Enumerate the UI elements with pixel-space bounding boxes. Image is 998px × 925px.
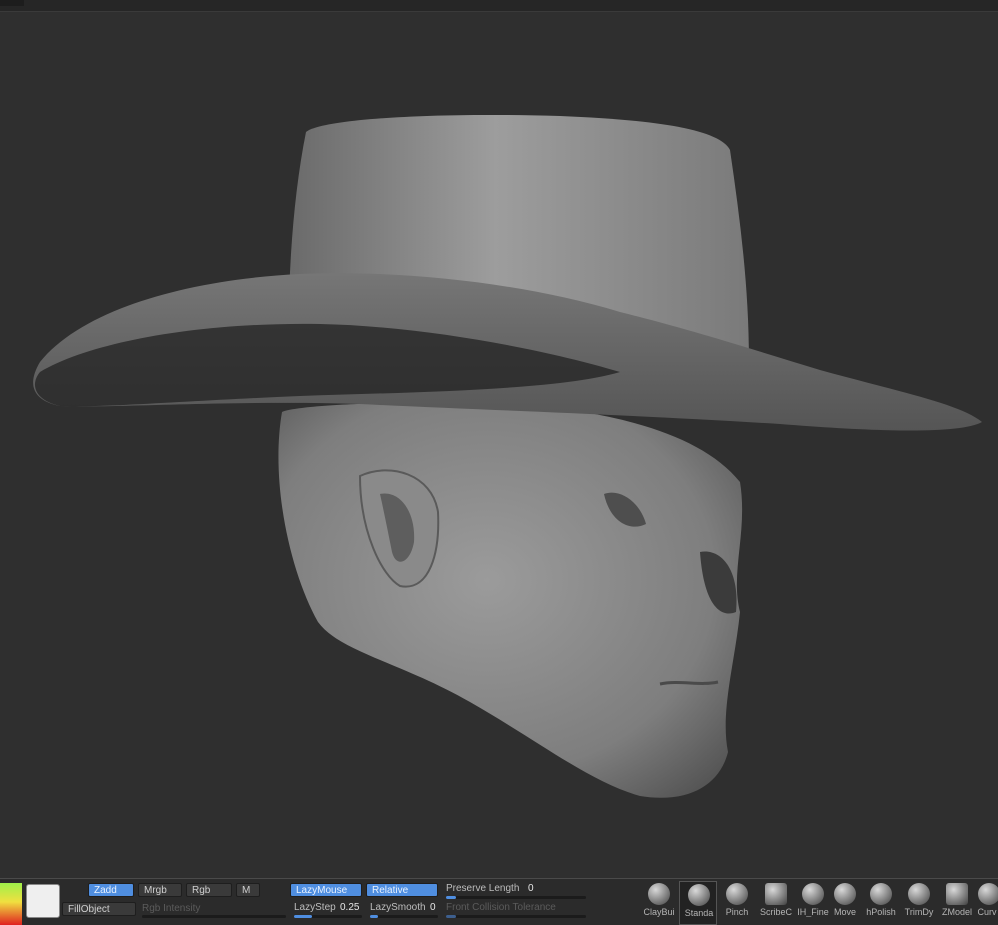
front-collision-slider[interactable]: [446, 915, 586, 918]
fill-object-button[interactable]: FillObject: [62, 902, 136, 916]
lazy-step-slider[interactable]: [294, 915, 362, 918]
lazy-smooth-fill: [370, 915, 378, 918]
scribe-curve-brush-icon: [765, 883, 787, 905]
preserve-length-fill: [446, 896, 456, 899]
brush-label: Standa: [684, 908, 714, 918]
preserve-length-slider[interactable]: [446, 896, 586, 899]
lazy-smooth-value: 0: [430, 902, 436, 913]
lazy-step-fill: [294, 915, 312, 918]
m-button[interactable]: M: [236, 883, 260, 897]
rgb-intensity-label: Rgb Intensity: [142, 903, 201, 914]
lazy-step-label: LazyStep: [294, 902, 336, 913]
tray-tab[interactable]: [0, 0, 24, 6]
lazy-step-value: 0.25: [340, 902, 360, 913]
lazy-smooth-slider[interactable]: [370, 915, 438, 918]
hpolish-brush-icon: [870, 883, 892, 905]
clay-buildup-brush-icon: [648, 883, 670, 905]
brush-label: ZModel: [941, 907, 972, 917]
front-collision-fill: [446, 915, 456, 918]
brush-trim-dynamic[interactable]: TrimDy: [900, 881, 938, 925]
brush-claybuildup[interactable]: ClayBui: [640, 881, 678, 925]
canvas-viewport[interactable]: [0, 12, 998, 878]
top-menu-bar: [0, 0, 998, 12]
standard-brush-icon: [688, 884, 710, 906]
lazy-mouse-button[interactable]: LazyMouse: [290, 883, 362, 897]
move-brush-icon: [834, 883, 856, 905]
brush-hpolish[interactable]: hPolish: [862, 881, 900, 925]
front-collision-label: Front Collision Tolerance: [446, 902, 556, 913]
brush-standard[interactable]: Standa: [679, 881, 717, 925]
brush-label: hPolish: [866, 907, 896, 917]
brush-label: ScribeC: [759, 907, 792, 917]
brush-label: TrimDy: [904, 907, 934, 917]
main-color-swatch[interactable]: [0, 883, 22, 925]
mrgb-button[interactable]: Mrgb: [138, 883, 182, 897]
pinch-brush-icon: [726, 883, 748, 905]
brush-label: ClayBui: [643, 907, 675, 917]
fine-brush-icon: [802, 883, 824, 905]
brush-label: Pinch: [725, 907, 749, 917]
brush-zmodeler[interactable]: ZModel: [938, 881, 976, 925]
preserve-length-label: Preserve Length: [446, 883, 520, 894]
brush-scribe-curve[interactable]: ScribeC: [757, 881, 795, 925]
brush-label: Move: [833, 907, 856, 917]
mouth-line: [659, 680, 719, 686]
head-model: [278, 402, 743, 798]
zadd-button[interactable]: Zadd: [88, 883, 134, 897]
relative-button[interactable]: Relative: [366, 883, 438, 897]
preserve-length-value: 0: [528, 883, 534, 894]
rgb-button[interactable]: Rgb: [186, 883, 232, 897]
sculpt-model-render: [33, 114, 983, 798]
curve-brush-icon: [978, 883, 998, 905]
zmodeler-brush-icon: [946, 883, 968, 905]
rgb-intensity-slider[interactable]: [142, 915, 286, 918]
brush-pinch[interactable]: Pinch: [718, 881, 756, 925]
brush-move[interactable]: Move: [826, 881, 864, 925]
bottom-shelf: Zadd Mrgb Rgb M FillObject Rgb Intensity…: [0, 878, 998, 925]
secondary-color-swatch[interactable]: [26, 884, 60, 918]
lazy-smooth-label: LazySmooth: [370, 902, 426, 913]
trim-dynamic-brush-icon: [908, 883, 930, 905]
brush-curve[interactable]: Curv: [976, 881, 998, 925]
brush-label: Curv: [977, 907, 997, 917]
